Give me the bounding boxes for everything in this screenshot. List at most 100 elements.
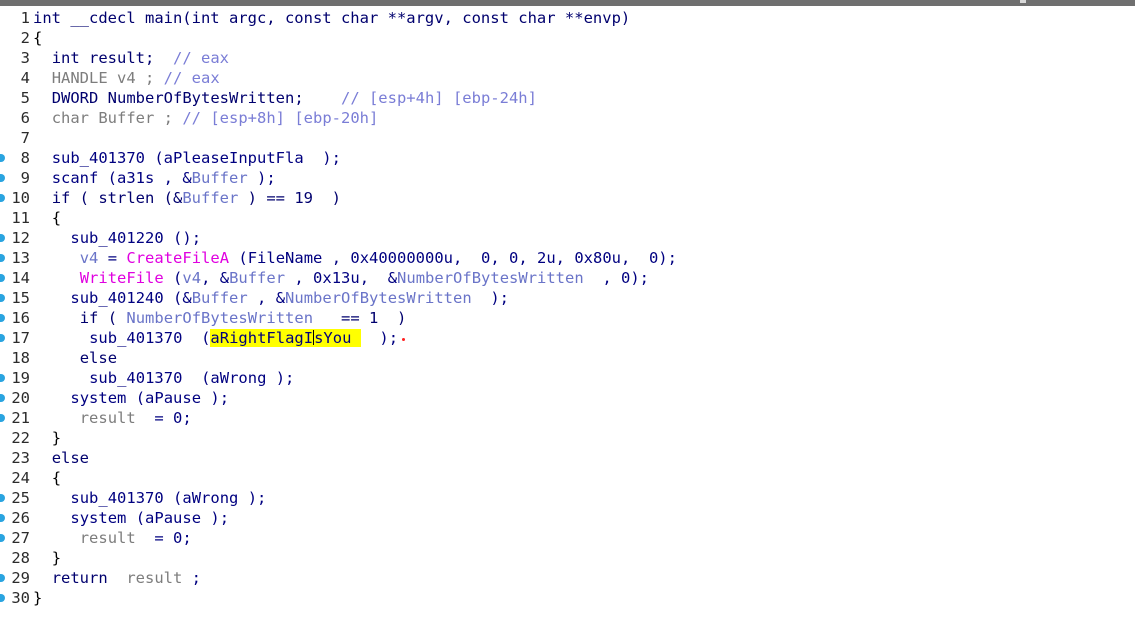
code-line[interactable]: 8 sub_401370 (aPleaseInputFla ); <box>0 148 1135 168</box>
code-token: char Buffer ; <box>51 109 183 127</box>
code-line[interactable]: 5 DWORD NumberOfBytesWritten; // [esp+4h]… <box>0 88 1135 108</box>
code-line[interactable]: 13 v4 = CreateFileA (FileName , 0x400000… <box>0 248 1135 268</box>
code-line[interactable]: 27 result = 0; <box>0 528 1135 548</box>
code-text[interactable]: else <box>52 448 89 468</box>
code-text[interactable]: sub_401370 (aWrong ); <box>89 368 294 388</box>
code-token: result <box>70 529 136 547</box>
code-text[interactable]: WriteFile (v4, &Buffer , 0x13u, &NumberO… <box>70 268 649 288</box>
code-text[interactable]: scanf (a31s , &Buffer ); <box>52 168 276 188</box>
code-token: Buffer <box>191 289 248 307</box>
code-line[interactable]: 2{ <box>0 28 1135 48</box>
code-token: if ( <box>70 309 127 327</box>
code-text[interactable]: system (aPause ); <box>70 508 229 528</box>
code-token: = 0; <box>135 529 192 547</box>
line-number: 28 <box>11 549 30 567</box>
highlight-part: aRightFlagI <box>210 329 314 347</box>
code-line[interactable]: 7 <box>0 128 1135 148</box>
code-line[interactable]: 17 sub_401370 (aRightFlagIsYou ); <box>0 328 1135 348</box>
highlight-part: sYou <box>314 329 361 347</box>
line-number: 2 <box>20 29 30 47</box>
code-line[interactable]: 12 sub_401220 (); <box>0 228 1135 248</box>
code-line[interactable]: 21 result = 0; <box>0 408 1135 428</box>
code-text[interactable]: { <box>52 208 61 228</box>
line-number: 23 <box>11 449 30 467</box>
code-line[interactable]: 22} <box>0 428 1135 448</box>
line-number: 1 <box>20 9 30 27</box>
line-number: 21 <box>11 409 30 427</box>
code-text[interactable]: DWORD NumberOfBytesWritten; // [esp+4h] … <box>52 88 537 108</box>
line-number: 9 <box>20 169 30 187</box>
code-token: HANDLE v4 ; <box>51 69 164 87</box>
code-text[interactable]: v4 = CreateFileA (FileName , 0x40000000u… <box>70 248 677 268</box>
code-text[interactable]: result = 0; <box>70 408 192 428</box>
code-text[interactable]: sub_401370 (aWrong ); <box>70 488 266 508</box>
code-token: else <box>70 349 118 367</box>
code-token: CreateFileA <box>126 249 230 267</box>
line-number: 11 <box>11 209 30 227</box>
highlighted-identifier[interactable]: aRightFlagIsYou <box>210 329 361 347</box>
code-text[interactable]: HANDLE v4 ; // eax <box>52 68 220 88</box>
line-number: 24 <box>11 469 30 487</box>
code-text[interactable]: sub_401240 (&Buffer , &NumberOfBytesWrit… <box>70 288 509 308</box>
code-line[interactable]: 29 return result ; <box>0 568 1135 588</box>
line-number: 25 <box>11 489 30 507</box>
code-line[interactable]: 1 int __cdecl main(int argc, const char *… <box>0 8 1135 28</box>
code-line[interactable]: 20 system (aPause ); <box>0 388 1135 408</box>
code-line[interactable]: 11 { <box>0 208 1135 228</box>
code-text[interactable]: int __cdecl main(int argc, const char **… <box>33 8 630 28</box>
code-text[interactable]: } <box>52 428 61 448</box>
line-number: 27 <box>11 529 30 547</box>
code-line[interactable]: 19 sub_401370 (aWrong ); <box>0 368 1135 388</box>
code-text[interactable]: result = 0; <box>70 528 192 548</box>
code-text[interactable]: sub_401370 (aPleaseInputFla ); <box>52 148 341 168</box>
code-line[interactable]: 18 else <box>0 348 1135 368</box>
code-text[interactable]: { <box>33 28 42 48</box>
code-text[interactable]: { <box>52 468 61 488</box>
code-line[interactable]: 14 WriteFile (v4, &Buffer , 0x13u, &Numb… <box>0 268 1135 288</box>
code-token: , 0x13u, & <box>285 269 398 287</box>
code-text[interactable]: sub_401370 (aRightFlagIsYou ); <box>89 328 406 348</box>
pseudocode-view[interactable]: 1 int __cdecl main(int argc, const char *… <box>0 0 1135 635</box>
line-number: 12 <box>11 229 30 247</box>
code-line[interactable]: 25 sub_401370 (aWrong ); <box>0 488 1135 508</box>
code-text[interactable]: char Buffer ; // [esp+8h] [ebp-20h] <box>52 108 379 128</box>
code-line[interactable]: 4 HANDLE v4 ; // eax <box>0 68 1135 88</box>
code-line[interactable]: 3 int result; // eax <box>0 48 1135 68</box>
code-token: sub_401370 (aPleaseInputFla ); <box>51 149 341 167</box>
code-token: DWORD NumberOfBytesWritten; <box>51 89 341 107</box>
code-text[interactable]: sub_401220 (); <box>70 228 201 248</box>
line-number: 29 <box>11 569 30 587</box>
code-line[interactable]: 23 else <box>0 448 1135 468</box>
code-text[interactable]: int result; // eax <box>52 48 229 68</box>
code-text[interactable]: system (aPause ); <box>70 388 229 408</box>
line-number: 4 <box>20 69 30 87</box>
code-line[interactable]: 28} <box>0 548 1135 568</box>
code-text[interactable]: if ( NumberOfBytesWritten == 1 ) <box>70 308 407 328</box>
code-line[interactable]: 16 if ( NumberOfBytesWritten == 1 ) <box>0 308 1135 328</box>
code-token: WriteFile <box>70 269 164 287</box>
code-text[interactable]: } <box>52 548 61 568</box>
line-number: 13 <box>11 249 30 267</box>
code-line[interactable]: 6 char Buffer ; // [esp+8h] [ebp-20h] <box>0 108 1135 128</box>
code-token: // [esp+4h] [ebp-24h] <box>340 89 537 107</box>
code-token: == 1 ) <box>313 309 407 327</box>
code-token: if ( strlen (& <box>51 189 183 207</box>
code-token: { <box>51 469 62 487</box>
code-line[interactable]: 10 if ( strlen (&Buffer ) == 19 ) <box>0 188 1135 208</box>
code-text[interactable]: } <box>33 588 42 608</box>
code-line[interactable]: 26 system (aPause ); <box>0 508 1135 528</box>
code-text[interactable]: if ( strlen (&Buffer ) == 19 ) <box>52 188 341 208</box>
code-token: sub_401370 ( <box>89 329 211 347</box>
code-line[interactable]: 9 scanf (a31s , &Buffer ); <box>0 168 1135 188</box>
code-token: , 0); <box>583 269 650 287</box>
line-number: 5 <box>20 89 30 107</box>
code-line[interactable]: 15 sub_401240 (&Buffer , &NumberOfBytesWr… <box>0 288 1135 308</box>
code-text[interactable]: return result ; <box>52 568 201 588</box>
code-token: scanf (a31s , & <box>51 169 192 187</box>
code-token: { <box>33 29 43 47</box>
code-token: sub_401370 (aWrong ); <box>89 369 295 387</box>
code-token: ; <box>182 569 202 587</box>
code-line[interactable]: 24 { <box>0 468 1135 488</box>
code-line[interactable]: 30} <box>0 588 1135 608</box>
code-text[interactable]: else <box>70 348 117 368</box>
